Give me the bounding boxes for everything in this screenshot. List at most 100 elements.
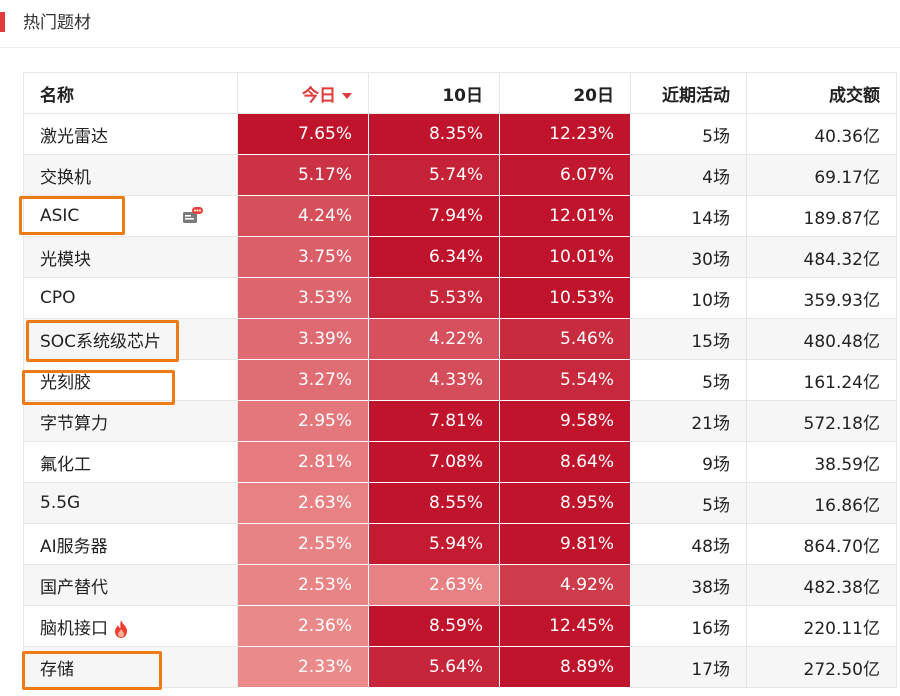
change-10d-cell: 2.63% bbox=[368, 564, 500, 606]
col-header-turnover[interactable]: 成交额 bbox=[746, 72, 897, 114]
recent-activity-cell[interactable]: 4场 bbox=[630, 154, 747, 196]
topic-name[interactable]: AI服务器 bbox=[40, 537, 108, 557]
topic-name[interactable]: 脑机接口 bbox=[40, 619, 108, 639]
topic-name-cell[interactable]: 字节算力 bbox=[23, 400, 238, 442]
today-change-cell: 2.95% bbox=[237, 400, 369, 442]
change-20d-cell: 9.81% bbox=[499, 523, 631, 565]
col-header-today[interactable]: 今日 bbox=[237, 72, 369, 114]
change-10d-cell: 5.53% bbox=[368, 277, 500, 319]
change-10d-cell: 5.64% bbox=[368, 646, 500, 688]
turnover-cell: 572.18亿 bbox=[746, 400, 897, 442]
col-header-20d[interactable]: 20日 bbox=[499, 72, 631, 114]
today-change-cell: 4.24% bbox=[237, 195, 369, 237]
topic-name[interactable]: CPO bbox=[40, 288, 76, 308]
change-10d-cell: 7.94% bbox=[368, 195, 500, 237]
topic-name[interactable]: 国产替代 bbox=[40, 578, 108, 598]
table-row[interactable]: AI服务器 2.55% 5.94% 9.81% 48场 864.70亿 bbox=[23, 523, 897, 565]
fire-icon bbox=[115, 619, 127, 638]
change-20d-cell: 12.45% bbox=[499, 605, 631, 647]
turnover-cell: 16.86亿 bbox=[746, 482, 897, 524]
topic-name-cell[interactable]: 国产替代 bbox=[23, 564, 238, 606]
today-change-cell: 3.27% bbox=[237, 359, 369, 401]
table-row[interactable]: 字节算力 2.95% 7.81% 9.58% 21场 572.18亿 bbox=[23, 400, 897, 442]
change-10d-cell: 8.55% bbox=[368, 482, 500, 524]
turnover-cell: 40.36亿 bbox=[746, 113, 897, 155]
col-header-name[interactable]: 名称 bbox=[23, 72, 238, 114]
today-change-cell: 7.65% bbox=[237, 113, 369, 155]
section-title: 热门题材 bbox=[23, 13, 91, 33]
change-10d-cell: 5.94% bbox=[368, 523, 500, 565]
section-accent-bar bbox=[0, 12, 5, 32]
change-10d-cell: 5.74% bbox=[368, 154, 500, 196]
topic-name[interactable]: 氟化工 bbox=[40, 455, 91, 475]
today-change-cell: 5.17% bbox=[237, 154, 369, 196]
highlight-box-soc bbox=[26, 320, 179, 362]
topic-name-cell[interactable]: 光模块 bbox=[23, 236, 238, 278]
topic-name-cell[interactable]: 氟化工 bbox=[23, 441, 238, 483]
turnover-cell: 69.17亿 bbox=[746, 154, 897, 196]
table-row[interactable]: CPO 3.53% 5.53% 10.53% 10场 359.93亿 bbox=[23, 277, 897, 319]
table-row[interactable]: 5.5G 2.63% 8.55% 8.95% 5场 16.86亿 bbox=[23, 482, 897, 524]
turnover-cell: 272.50亿 bbox=[746, 646, 897, 688]
turnover-cell: 220.11亿 bbox=[746, 605, 897, 647]
recent-activity-cell[interactable]: 48场 bbox=[630, 523, 747, 565]
topic-name-cell[interactable]: CPO bbox=[23, 277, 238, 319]
topic-name[interactable]: 5.5G bbox=[40, 493, 80, 513]
change-20d-cell: 10.01% bbox=[499, 236, 631, 278]
today-change-cell: 2.81% bbox=[237, 441, 369, 483]
recent-activity-cell[interactable]: 9场 bbox=[630, 441, 747, 483]
recent-activity-cell[interactable]: 15场 bbox=[630, 318, 747, 360]
recent-activity-cell[interactable]: 10场 bbox=[630, 277, 747, 319]
change-10d-cell: 8.59% bbox=[368, 605, 500, 647]
recent-activity-cell[interactable]: 17场 bbox=[630, 646, 747, 688]
recent-activity-cell[interactable]: 5场 bbox=[630, 482, 747, 524]
turnover-cell: 864.70亿 bbox=[746, 523, 897, 565]
change-10d-cell: 7.81% bbox=[368, 400, 500, 442]
topic-name[interactable]: 激光雷达 bbox=[40, 127, 108, 147]
today-change-cell: 3.75% bbox=[237, 236, 369, 278]
turnover-cell: 482.38亿 bbox=[746, 564, 897, 606]
col-header-activity[interactable]: 近期活动 bbox=[630, 72, 747, 114]
highlight-box-storage bbox=[22, 651, 162, 690]
recent-activity-cell[interactable]: 5场 bbox=[630, 113, 747, 155]
section-header: 热门题材 bbox=[0, 0, 900, 48]
col-header-today-label: 今日 bbox=[302, 85, 336, 106]
turnover-cell: 484.32亿 bbox=[746, 236, 897, 278]
table-row[interactable]: ASIC 4.24% 7.94% 12.01% 14场 189.87亿 bbox=[23, 195, 897, 237]
recent-activity-cell[interactable]: 30场 bbox=[630, 236, 747, 278]
table-row[interactable]: 国产替代 2.53% 2.63% 4.92% 38场 482.38亿 bbox=[23, 564, 897, 606]
change-20d-cell: 8.89% bbox=[499, 646, 631, 688]
recent-activity-cell[interactable]: 21场 bbox=[630, 400, 747, 442]
table-row[interactable]: 脑机接口 2.36% 8.59% 12.45% 16场 220.11亿 bbox=[23, 605, 897, 647]
topic-name[interactable]: 字节算力 bbox=[40, 414, 108, 434]
topic-name-cell[interactable]: 脑机接口 bbox=[23, 605, 238, 647]
table-row[interactable]: 交换机 5.17% 5.74% 6.07% 4场 69.17亿 bbox=[23, 154, 897, 196]
change-20d-cell: 6.07% bbox=[499, 154, 631, 196]
recent-activity-cell[interactable]: 16场 bbox=[630, 605, 747, 647]
change-20d-cell: 4.92% bbox=[499, 564, 631, 606]
topic-name[interactable]: 交换机 bbox=[40, 168, 91, 188]
col-header-10d[interactable]: 10日 bbox=[368, 72, 500, 114]
change-20d-cell: 5.54% bbox=[499, 359, 631, 401]
topic-name-cell[interactable]: 交换机 bbox=[23, 154, 238, 196]
change-20d-cell: 5.46% bbox=[499, 318, 631, 360]
highlight-box-asic bbox=[19, 196, 125, 235]
change-10d-cell: 6.34% bbox=[368, 236, 500, 278]
table-row[interactable]: 氟化工 2.81% 7.08% 8.64% 9场 38.59亿 bbox=[23, 441, 897, 483]
today-change-cell: 2.63% bbox=[237, 482, 369, 524]
table-row[interactable]: 光模块 3.75% 6.34% 10.01% 30场 484.32亿 bbox=[23, 236, 897, 278]
topic-name[interactable]: 光模块 bbox=[40, 250, 91, 270]
recent-activity-cell[interactable]: 5场 bbox=[630, 359, 747, 401]
today-change-cell: 2.36% bbox=[237, 605, 369, 647]
topic-name-cell[interactable]: 激光雷达 bbox=[23, 113, 238, 155]
turnover-cell: 38.59亿 bbox=[746, 441, 897, 483]
sort-desc-icon bbox=[342, 92, 352, 99]
topic-name-cell[interactable]: 5.5G bbox=[23, 482, 238, 524]
topic-name-cell[interactable]: AI服务器 bbox=[23, 523, 238, 565]
turnover-cell: 161.24亿 bbox=[746, 359, 897, 401]
recent-activity-cell[interactable]: 38场 bbox=[630, 564, 747, 606]
recent-activity-cell[interactable]: 14场 bbox=[630, 195, 747, 237]
news-icon[interactable] bbox=[182, 206, 204, 224]
table-row[interactable]: 激光雷达 7.65% 8.35% 12.23% 5场 40.36亿 bbox=[23, 113, 897, 155]
today-change-cell: 3.53% bbox=[237, 277, 369, 319]
